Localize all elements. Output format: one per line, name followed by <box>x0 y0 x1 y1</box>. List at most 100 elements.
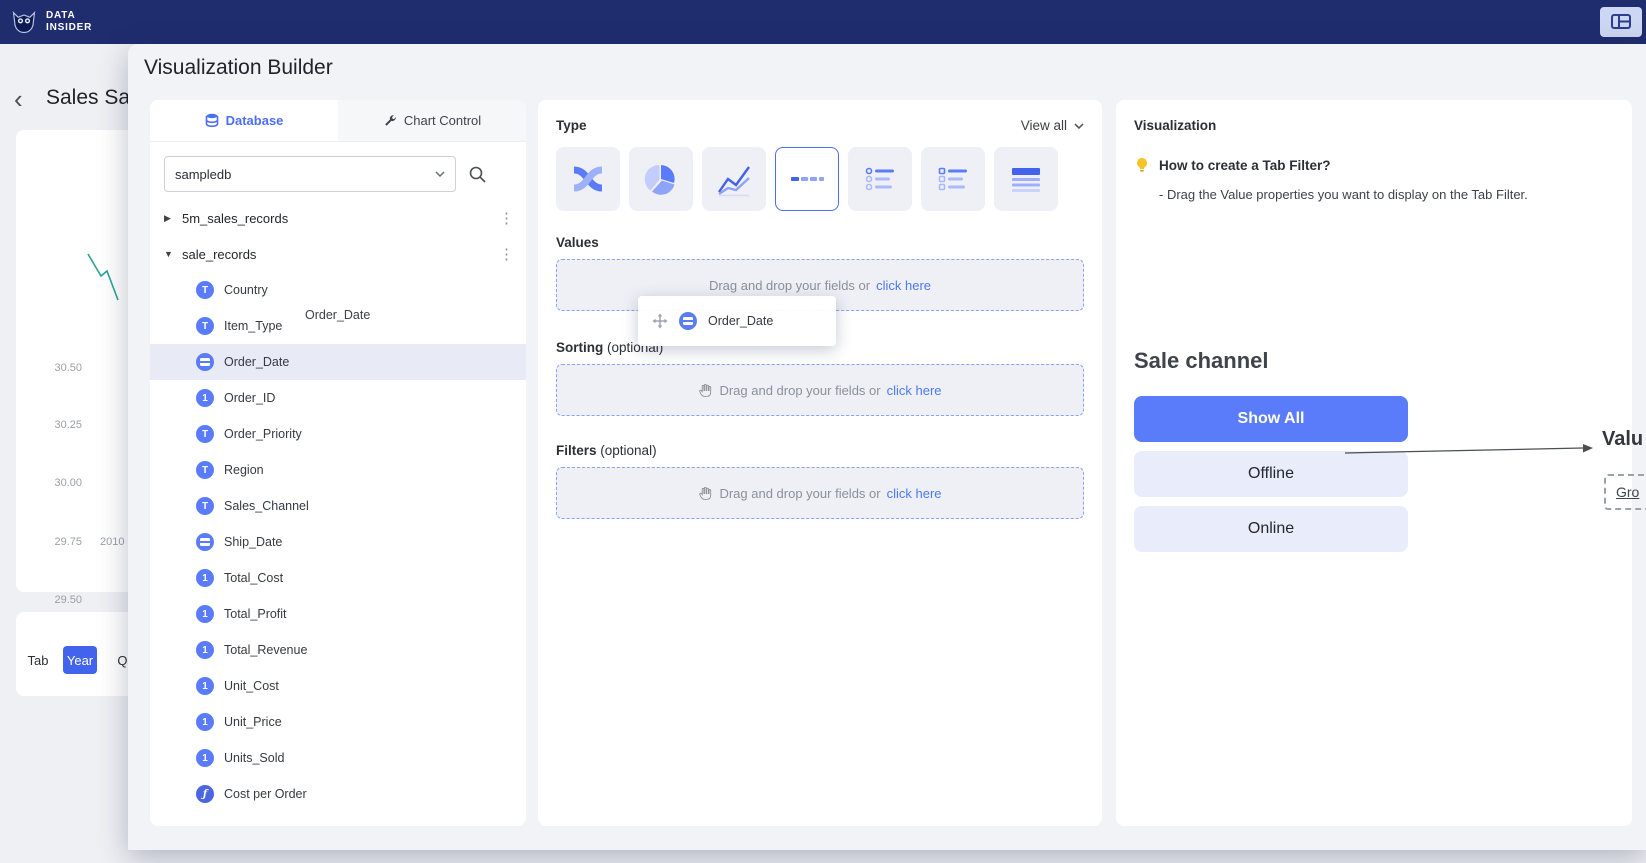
pie-chart-icon <box>643 161 679 197</box>
collapse-arrow-icon[interactable] <box>164 249 182 259</box>
database-icon <box>205 113 219 128</box>
field-label: Order_ID <box>224 391 275 405</box>
field-label: Country <box>224 283 268 297</box>
field-item-order-date[interactable]: Order_Date <box>150 344 526 380</box>
move-icon <box>652 313 668 329</box>
field-label: Total_Revenue <box>224 643 307 657</box>
drag-origin-label: Order_Date <box>305 308 370 322</box>
field-label: Order_Priority <box>224 427 302 441</box>
builder-panel: Type View all <box>538 100 1102 826</box>
field-item-total-profit[interactable]: 1 Total_Profit <box>150 596 526 632</box>
field-item-order-id[interactable]: 1 Order_ID <box>150 380 526 416</box>
brand-name: DATA INSIDER <box>46 10 92 35</box>
line-chart-icon <box>716 161 752 197</box>
tab-chart-control[interactable]: Chart Control <box>338 100 526 141</box>
table-item-expanded[interactable]: sale_records <box>150 236 526 272</box>
text-field-icon: T <box>196 461 214 479</box>
field-item-ship-date[interactable]: Ship_Date <box>150 524 526 560</box>
page-title: Sales Sa <box>46 86 130 110</box>
expand-arrow-icon[interactable] <box>164 213 182 224</box>
chart-type-sankey[interactable] <box>556 147 620 211</box>
text-field-icon: T <box>196 281 214 299</box>
dropzone-hint: Drag and drop your fields or <box>719 486 880 501</box>
chart-type-single-select[interactable] <box>848 147 912 211</box>
field-item-unit-cost[interactable]: 1 Unit_Cost <box>150 668 526 704</box>
number-field-icon: 1 <box>196 605 214 623</box>
number-field-icon: 1 <box>196 749 214 767</box>
left-panel-tabs: Database Chart Control <box>150 100 526 142</box>
chart-type-table[interactable] <box>994 147 1058 211</box>
chart-type-list <box>556 147 1084 211</box>
field-item-total-revenue[interactable]: 1 Total_Revenue <box>150 632 526 668</box>
chart-type-line[interactable] <box>702 147 766 211</box>
kebab-menu-icon[interactable] <box>499 245 514 263</box>
tab-filter-preview: Show All Offline Online <box>1134 396 1408 552</box>
filter-button-online[interactable]: Online <box>1134 506 1408 552</box>
edge-group-dropzone[interactable]: Gro <box>1604 474 1646 510</box>
chevron-down-icon <box>1074 123 1084 129</box>
line-chart-fragment <box>86 246 128 308</box>
values-section-label: Values <box>556 235 1084 250</box>
click-here-link[interactable]: click here <box>876 278 931 293</box>
bg-tab-tab[interactable]: Tab <box>22 646 54 674</box>
filter-button-show-all[interactable]: Show All <box>1134 396 1408 442</box>
sorting-dropzone[interactable]: Drag and drop your fields or click here <box>556 364 1084 416</box>
drag-ghost-chip[interactable]: Order_Date <box>638 296 836 346</box>
function-field-icon: ƒ <box>196 785 214 803</box>
date-field-icon <box>196 353 214 371</box>
tab-database[interactable]: Database <box>150 100 338 141</box>
preview-chart-title: Sale channel <box>1134 348 1614 374</box>
database-panel: Database Chart Control sampledb 5 <box>150 100 526 826</box>
field-item-order-priority[interactable]: T Order_Priority <box>150 416 526 452</box>
tab-chart-control-label: Chart Control <box>404 113 481 128</box>
search-icon[interactable] <box>468 165 487 184</box>
bg-tab-year[interactable]: Year <box>63 646 97 674</box>
chevron-down-icon <box>435 171 445 177</box>
kebab-menu-icon[interactable] <box>499 209 514 227</box>
text-field-icon: T <box>196 317 214 335</box>
click-here-link[interactable]: click here <box>887 486 942 501</box>
filters-dropzone[interactable]: Drag and drop your fields or click here <box>556 467 1084 519</box>
background-chart-card: 30.50 30.25 30.00 29.75 29.50 29.25 <box>16 130 136 592</box>
annotation-arrow <box>1343 442 1595 458</box>
field-item-units-sold[interactable]: 1 Units_Sold <box>150 740 526 776</box>
hint-title: How to create a Tab Filter? <box>1159 158 1331 173</box>
tab-database-label: Database <box>226 113 284 128</box>
field-label: Unit_Cost <box>224 679 279 693</box>
field-label: Ship_Date <box>224 535 282 549</box>
y-axis-label: 30.00 <box>40 477 82 489</box>
field-label: Total_Profit <box>224 607 287 621</box>
visualization-panel: Visualization How to create a Tab Filter… <box>1116 100 1632 826</box>
field-item-sales-channel[interactable]: T Sales_Channel <box>150 488 526 524</box>
back-button[interactable]: ‹ <box>14 84 23 115</box>
text-field-icon: T <box>196 425 214 443</box>
lightbulb-icon <box>1134 157 1150 173</box>
field-tree: 5m_sales_records sale_records T Country … <box>150 200 526 812</box>
field-item-total-cost[interactable]: 1 Total_Cost <box>150 560 526 596</box>
chart-type-multi-select[interactable] <box>921 147 985 211</box>
chart-type-pie[interactable] <box>629 147 693 211</box>
multi-select-list-icon <box>935 161 971 197</box>
field-item-region[interactable]: T Region <box>150 452 526 488</box>
field-item-country[interactable]: T Country <box>150 272 526 308</box>
table-item-collapsed[interactable]: 5m_sales_records <box>150 200 526 236</box>
number-field-icon: 1 <box>196 569 214 587</box>
click-here-link[interactable]: click here <box>887 383 942 398</box>
visualization-title: Visualization <box>1134 118 1614 133</box>
table-chart-icon <box>1008 161 1044 197</box>
number-field-icon: 1 <box>196 713 214 731</box>
field-item-cost-per-order[interactable]: ƒ Cost per Order <box>150 776 526 812</box>
filters-section-label: Filters (optional) <box>556 443 1084 458</box>
chart-type-tab-filter[interactable] <box>775 147 839 211</box>
field-label: Sales_Channel <box>224 499 309 513</box>
tab-filter-icon <box>789 161 825 197</box>
dashboard-layout-button[interactable] <box>1600 7 1642 37</box>
edge-value-label: Valu <box>1602 428 1643 451</box>
view-all-button[interactable]: View all <box>1021 118 1084 133</box>
visualization-builder-modal: Visualization Builder Database Chart Con… <box>128 44 1646 850</box>
type-section-label: Type <box>556 118 587 133</box>
y-axis-label: 30.25 <box>40 419 82 431</box>
database-select[interactable]: sampledb <box>164 156 456 192</box>
field-item-unit-price[interactable]: 1 Unit_Price <box>150 704 526 740</box>
single-select-list-icon <box>862 161 898 197</box>
